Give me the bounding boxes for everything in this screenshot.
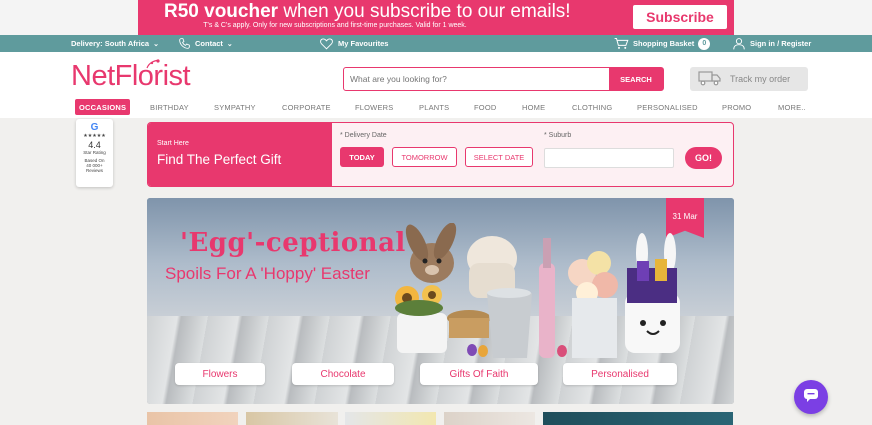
basket-label: Shopping Basket (633, 39, 695, 48)
phone-icon (178, 37, 191, 50)
nav-item-promo[interactable]: PROMO (722, 99, 751, 115)
flower-sprig-icon (145, 56, 161, 74)
sign-in-link[interactable]: Sign in / Register (732, 35, 811, 52)
gift-finder-intro: Start Here Find The Perfect Gift (148, 123, 332, 186)
rating-based-on: Based On 40 000+ Reviews (84, 158, 105, 173)
nav-item-flowers[interactable]: FLOWERS (355, 99, 394, 115)
chat-bubble-icon (803, 388, 819, 407)
today-button[interactable]: TODAY (340, 147, 384, 167)
contact-label: Contact (195, 39, 223, 48)
gift-finder-title: Find The Perfect Gift (157, 152, 282, 167)
google-rating-badge[interactable]: G ★★★★★ 4.4 Star Rating Based On 40 000+… (76, 119, 113, 187)
nav-item-occasions[interactable]: OCCASIONS (75, 99, 131, 115)
main-nav: OCCASIONS BIRTHDAY SYMPATHY CORPORATE FL… (0, 99, 872, 115)
my-favourites-link[interactable]: My Favourites (319, 35, 388, 52)
product-tile[interactable] (147, 412, 238, 425)
easter-hero-banner[interactable]: 'Egg'-ceptional Spoils For A 'Hoppy' Eas… (147, 198, 734, 404)
chat-button[interactable] (794, 380, 828, 414)
track-order-button[interactable]: Track my order (690, 67, 808, 91)
select-date-button[interactable]: SELECT DATE (465, 147, 533, 167)
gift-finder: Start Here Find The Perfect Gift * Deliv… (147, 122, 734, 187)
go-button[interactable]: GO! (685, 147, 722, 169)
product-tile[interactable] (444, 412, 535, 425)
sign-in-label: Sign in / Register (750, 39, 812, 48)
subscribe-button[interactable]: Subscribe (633, 5, 727, 29)
heart-icon (319, 37, 334, 50)
site-header: NetFlorist SEARCH Track my order OCCASIO… (0, 52, 872, 118)
basket-count-badge: 0 (698, 37, 711, 50)
promo-banner: R50 voucher when you subscribe to our em… (0, 0, 872, 35)
nav-item-sympathy[interactable]: SYMPATHY (214, 99, 256, 115)
contact-menu[interactable]: Contact ⌄ (178, 35, 233, 52)
hero-title: 'Egg'-ceptional (180, 228, 406, 258)
nav-item-food[interactable]: FOOD (474, 99, 496, 115)
nav-item-birthday[interactable]: BIRTHDAY (150, 99, 189, 115)
chevron-down-icon: ⌄ (153, 40, 159, 48)
cart-icon (614, 37, 629, 50)
rating-label: Star Rating (83, 150, 106, 155)
promo-voucher-strip[interactable]: R50 voucher when you subscribe to our em… (138, 0, 734, 35)
search-button[interactable]: SEARCH (609, 68, 663, 90)
netflorist-logo[interactable]: NetFlorist (71, 60, 191, 93)
utility-bar: Delivery: South Africa ⌄ Contact ⌄ My Fa… (0, 35, 872, 52)
easter-gift-products-image (395, 223, 680, 358)
product-tile[interactable] (345, 412, 436, 425)
google-g-icon: G (90, 122, 99, 133)
promo-fine-print: T's & C's apply. Only for new subscripti… (203, 22, 467, 29)
hero-link-personalised[interactable]: Personalised (563, 363, 677, 385)
start-here-label: Start Here (157, 140, 189, 147)
suburb-label: * Suburb (544, 132, 572, 139)
delivery-date-label: * Delivery Date (340, 132, 387, 139)
nav-item-clothing[interactable]: CLOTHING (572, 99, 612, 115)
nav-item-personalised[interactable]: PERSONALISED (637, 99, 698, 115)
promo-headline: R50 voucher when you subscribe to our em… (164, 1, 571, 22)
search-input[interactable] (350, 72, 605, 86)
nav-item-plants[interactable]: PLANTS (419, 99, 449, 115)
hero-link-flowers[interactable]: Flowers (175, 363, 265, 385)
delivery-label: Delivery: South Africa (71, 39, 150, 48)
nav-item-home[interactable]: HOME (522, 99, 545, 115)
nav-item-corporate[interactable]: CORPORATE (282, 99, 331, 115)
product-tile[interactable] (543, 412, 733, 425)
suburb-input[interactable] (544, 148, 674, 168)
rating-score: 4.4 (88, 140, 101, 150)
product-tile[interactable] (246, 412, 338, 425)
hero-subtitle: Spoils For A 'Hoppy' Easter (165, 264, 370, 283)
track-order-label: Track my order (730, 74, 791, 84)
delivery-truck-icon (698, 70, 722, 88)
shopping-basket-link[interactable]: Shopping Basket 0 (614, 35, 711, 52)
user-icon (732, 37, 746, 50)
hero-link-gifts-of-faith[interactable]: Gifts Of Faith (420, 363, 538, 385)
delivery-country-selector[interactable]: Delivery: South Africa ⌄ (71, 35, 159, 52)
hero-link-chocolate[interactable]: Chocolate (292, 363, 394, 385)
nav-item-more[interactable]: MORE.. (778, 99, 806, 115)
chevron-down-icon: ⌄ (226, 40, 233, 48)
search-bar: SEARCH (343, 67, 664, 91)
rating-stars: ★★★★★ (83, 133, 106, 139)
favourites-label: My Favourites (338, 39, 389, 48)
tomorrow-button[interactable]: TOMORROW (392, 147, 457, 167)
